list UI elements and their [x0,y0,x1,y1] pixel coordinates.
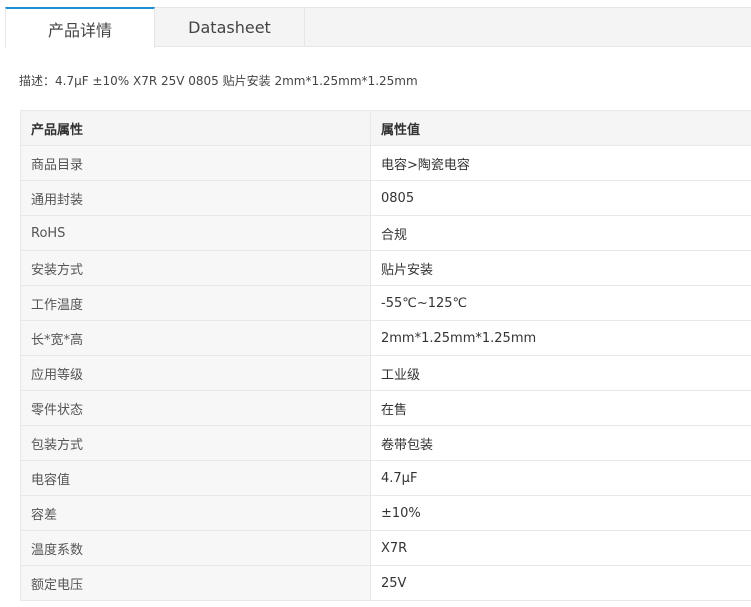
attribute-name: 工作温度 [20,285,371,321]
attribute-value: 卷带包装 [370,425,751,461]
table-row: 应用等级 工业级 [20,355,751,391]
attribute-value: 合规 [370,215,751,251]
table-row: 温度系数 X7R [20,530,751,566]
table-row: 额定电压 25V [20,565,751,601]
attribute-name: 额定电压 [20,565,371,601]
attribute-value: X7R [370,530,751,566]
tab-bar: 产品详情 Datasheet [5,7,751,48]
table-row: 工作温度 -55℃~125℃ [20,285,751,321]
attribute-name: 零件状态 [20,390,371,426]
table-row: 电容值 4.7μF [20,460,751,496]
attribute-value: 在售 [370,390,751,426]
attribute-name: RoHS [20,215,371,251]
attribute-name: 容差 [20,495,371,531]
attribute-value: ±10% [370,495,751,531]
attribute-name: 通用封装 [20,180,371,216]
header-value: 属性值 [370,110,751,146]
attribute-value: 4.7μF [370,460,751,496]
attribute-value: 25V [370,565,751,601]
header-attribute: 产品属性 [20,110,371,146]
attribute-value: 工业级 [370,355,751,391]
table-row: 安装方式 贴片安装 [20,250,751,286]
attribute-name: 包装方式 [20,425,371,461]
table-row: 包装方式 卷带包装 [20,425,751,461]
table-row: 容差 ±10% [20,495,751,531]
attribute-value: -55℃~125℃ [370,285,751,321]
attribute-name: 长*宽*高 [20,320,371,356]
tab-datasheet[interactable]: Datasheet [155,7,305,47]
attribute-value: 2mm*1.25mm*1.25mm [370,320,751,356]
tab-product-details[interactable]: 产品详情 [5,7,155,48]
table-row: 商品目录 电容>陶瓷电容 [20,145,751,181]
product-detail-page: 产品详情 Datasheet 描述：4.7μF ±10% X7R 25V 080… [0,0,751,607]
attribute-value: 电容>陶瓷电容 [370,145,751,181]
table-header-row: 产品属性 属性值 [20,110,751,146]
attribute-table: 产品属性 属性值 商品目录 电容>陶瓷电容 通用封装 0805 RoHS 合规 安装方… [20,110,751,601]
attribute-name: 温度系数 [20,530,371,566]
attribute-name: 电容值 [20,460,371,496]
attribute-value: 贴片安装 [370,250,751,286]
table-row: 通用封装 0805 [20,180,751,216]
attribute-name: 商品目录 [20,145,371,181]
table-row: 零件状态 在售 [20,390,751,426]
attribute-value: 0805 [370,180,751,216]
table-row: RoHS 合规 [20,215,751,251]
product-description: 描述：4.7μF ±10% X7R 25V 0805 贴片安装 2mm*1.25… [19,74,418,88]
attribute-name: 安装方式 [20,250,371,286]
attribute-name: 应用等级 [20,355,371,391]
table-row: 长*宽*高 2mm*1.25mm*1.25mm [20,320,751,356]
